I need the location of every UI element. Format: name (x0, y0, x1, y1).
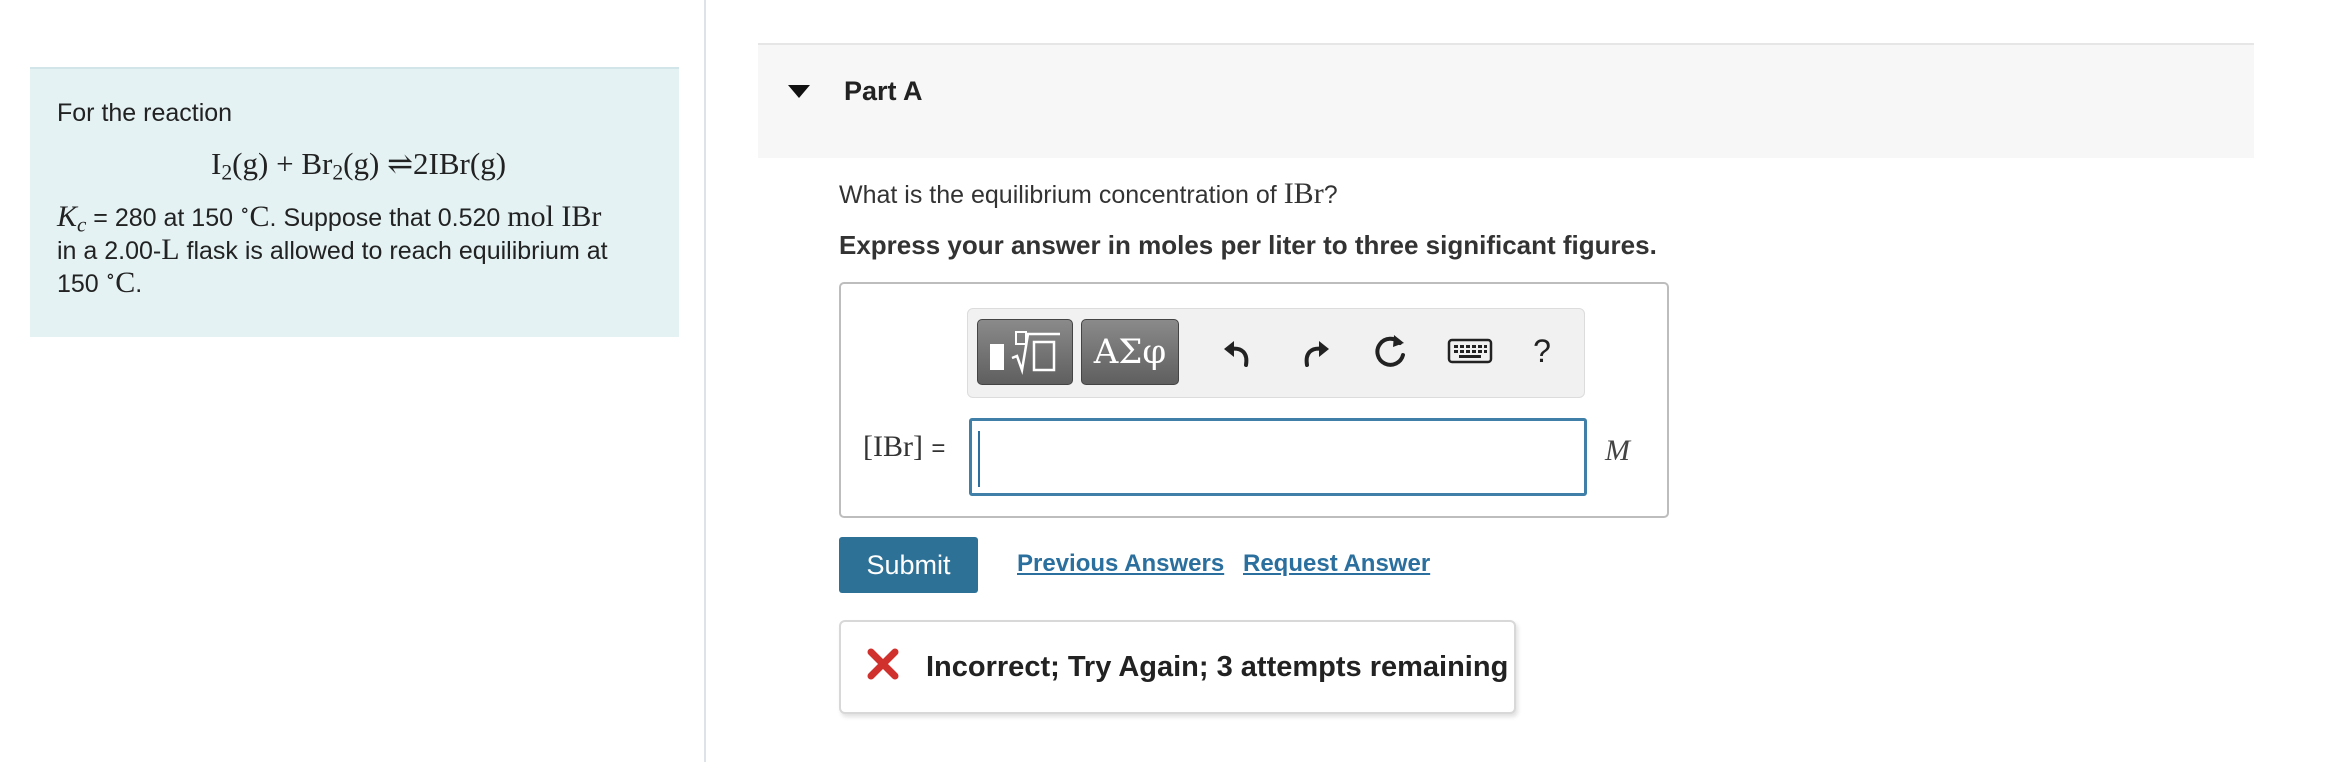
undo-icon[interactable] (1216, 329, 1260, 373)
previous-answers-link[interactable]: Previous Answers (1017, 550, 1224, 578)
greek-symbols-button[interactable]: ΑΣφ (1081, 319, 1179, 385)
answer-label: [IBr] = (863, 430, 946, 463)
collapse-caret-icon[interactable] (788, 85, 810, 98)
product-ibr: 2IBr(g) (413, 146, 507, 181)
incorrect-x-icon (867, 648, 899, 680)
problem-conditions: Kc = 280 at 150 ∘C. Suppose that 0.520 m… (57, 200, 608, 299)
feedback-text: Incorrect; Try Again; 3 attempts remaini… (926, 651, 1509, 683)
kc-symbol: Kc (57, 200, 87, 237)
question-species: IBr (1283, 177, 1324, 210)
part-title: Part A (844, 76, 923, 106)
reactant-i2: I2(g) (211, 146, 269, 185)
help-button[interactable]: ? (1520, 329, 1564, 373)
part-a-header[interactable]: Part A (758, 43, 2254, 158)
request-answer-link[interactable]: Request Answer (1243, 550, 1430, 578)
plus-sign: + (276, 146, 294, 181)
templates-button[interactable] (977, 319, 1073, 385)
equilibrium-arrow: ⇌ (387, 146, 414, 181)
keyboard-icon[interactable] (1444, 329, 1496, 373)
problem-intro: For the reaction (57, 99, 233, 127)
problem-statement: For the reaction I2(g) + Br2(g) ⇌2IBr(g)… (30, 67, 679, 337)
redo-icon[interactable] (1293, 329, 1337, 373)
answer-input[interactable] (969, 418, 1587, 496)
answer-instruction: Express your answer in moles per liter t… (839, 230, 1657, 260)
reset-icon[interactable] (1368, 329, 1412, 373)
amount-ibr: mol IBr (507, 200, 602, 233)
reaction-equation: I2(g) + Br2(g) ⇌2IBr(g) (57, 145, 653, 183)
text-cursor (978, 431, 980, 487)
pane-divider (704, 0, 706, 762)
question-text: What is the equilibrium concentration of… (839, 177, 1338, 210)
answer-unit: M (1605, 434, 1630, 467)
submit-button[interactable]: Submit (839, 537, 978, 593)
reactant-br2: Br2(g) (301, 146, 380, 185)
templates-icon (990, 331, 1060, 375)
math-toolbar: ΑΣφ ? (967, 308, 1585, 398)
feedback-message: Incorrect; Try Again; 3 attempts remaini… (839, 620, 1516, 714)
answer-box: ΑΣφ ? [IBr] = M (839, 282, 1669, 518)
